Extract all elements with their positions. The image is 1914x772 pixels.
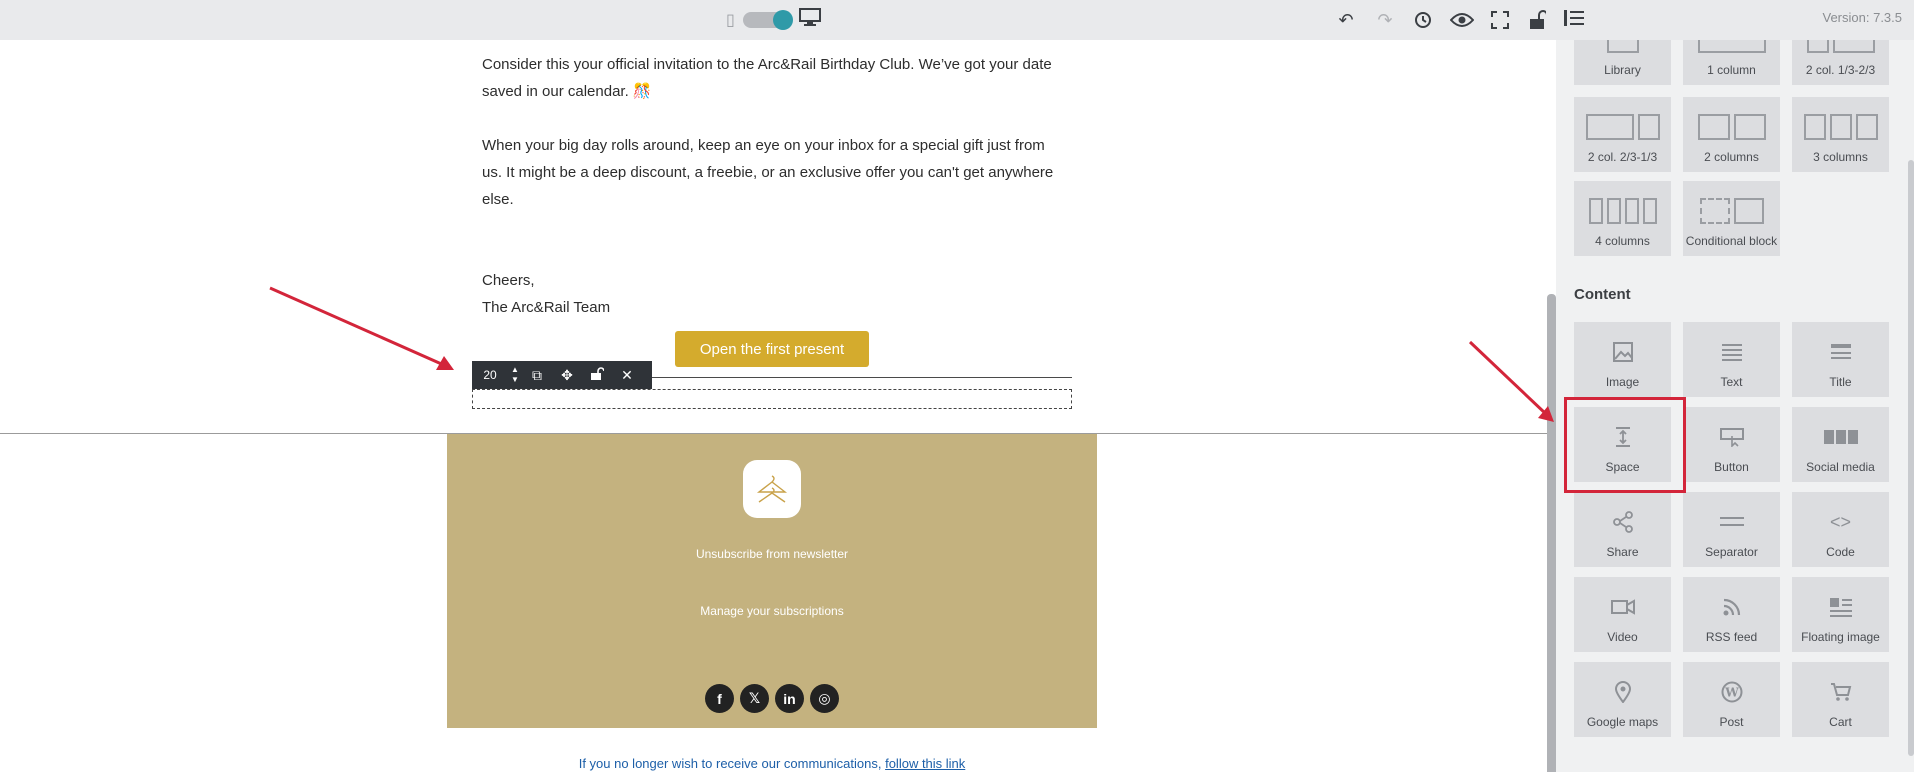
email-footer: Unsubscribe from newsletter Manage your … bbox=[447, 434, 1097, 728]
button-icon bbox=[1719, 422, 1744, 452]
email-canvas: Consider this your official invitation t… bbox=[0, 40, 1556, 772]
opt-out-link[interactable]: follow this link bbox=[885, 756, 965, 771]
wordpress-icon: W bbox=[1721, 677, 1743, 707]
panel-toggle-icon[interactable] bbox=[1564, 8, 1588, 32]
svg-text:W: W bbox=[1724, 686, 1739, 700]
unlock-block-icon[interactable] bbox=[582, 366, 612, 384]
body-paragraph-2[interactable]: When your big day rolls around, keep an … bbox=[482, 132, 1062, 213]
content-text[interactable]: Text bbox=[1683, 322, 1780, 397]
content-code[interactable]: <> Code bbox=[1792, 492, 1889, 567]
block-2-columns[interactable]: 2 columns bbox=[1683, 97, 1780, 172]
content-share[interactable]: Share bbox=[1574, 492, 1671, 567]
canvas-scrollbar[interactable] bbox=[1547, 294, 1556, 772]
content-section-title: Content bbox=[1574, 286, 1631, 303]
brand-logo bbox=[743, 460, 801, 518]
signoff-text[interactable]: Cheers, bbox=[482, 267, 1062, 294]
content-separator[interactable]: Separator bbox=[1683, 492, 1780, 567]
title-icon bbox=[1830, 337, 1852, 367]
block-2-col-2-3-1-3[interactable]: 2 col. 2/3-1/3 bbox=[1574, 97, 1671, 172]
content-title[interactable]: Title bbox=[1792, 322, 1889, 397]
cart-icon bbox=[1830, 677, 1852, 707]
opt-out-message: If you no longer wish to receive our com… bbox=[578, 756, 882, 771]
space-height-value[interactable]: 20 bbox=[472, 368, 508, 382]
block-3-columns[interactable]: 3 columns bbox=[1792, 97, 1889, 172]
content-social-media[interactable]: Social media bbox=[1792, 407, 1889, 482]
image-icon bbox=[1612, 337, 1634, 367]
content-button[interactable]: Button bbox=[1683, 407, 1780, 482]
version-label: Version: 7.3.5 bbox=[1822, 10, 1903, 25]
content-cart[interactable]: Cart bbox=[1792, 662, 1889, 737]
preview-eye-icon[interactable] bbox=[1450, 8, 1474, 32]
opt-out-text: If you no longer wish to receive our com… bbox=[0, 756, 1544, 771]
history-icon[interactable] bbox=[1411, 8, 1435, 32]
desktop-icon[interactable] bbox=[798, 8, 821, 31]
unlock-icon[interactable] bbox=[1525, 8, 1549, 32]
redo-icon[interactable]: ↷ bbox=[1373, 8, 1397, 32]
block-1-column[interactable]: 1 column bbox=[1683, 40, 1780, 85]
signature-text[interactable]: The Arc&Rail Team bbox=[482, 294, 1062, 321]
move-icon[interactable]: ✥ bbox=[552, 367, 582, 384]
duplicate-icon[interactable]: ⧉ bbox=[522, 367, 552, 384]
device-toggle[interactable] bbox=[742, 9, 793, 30]
content-image[interactable]: Image bbox=[1574, 322, 1671, 397]
content-google-maps[interactable]: Google maps bbox=[1574, 662, 1671, 737]
x-icon[interactable]: 𝕏 bbox=[740, 684, 769, 713]
block-toolbar: 20 ▲ ▼ ⧉ ✥ ✕ bbox=[472, 361, 652, 389]
fullscreen-icon[interactable] bbox=[1488, 8, 1512, 32]
content-floating-image[interactable]: Floating image bbox=[1792, 577, 1889, 652]
blocks-panel: Library 1 column 2 col. 1/3-2/3 2 col. 2… bbox=[1556, 40, 1914, 772]
instagram-icon[interactable]: ◎ bbox=[810, 684, 839, 713]
linkedin-icon[interactable]: in bbox=[775, 684, 804, 713]
block-2-col-1-3-2-3[interactable]: 2 col. 1/3-2/3 bbox=[1792, 40, 1889, 85]
share-icon bbox=[1612, 507, 1634, 537]
space-block[interactable] bbox=[472, 389, 1072, 409]
block-library[interactable]: Library bbox=[1574, 40, 1671, 85]
content-video[interactable]: Video bbox=[1574, 577, 1671, 652]
separator-icon bbox=[1719, 507, 1744, 537]
block-4-columns[interactable]: 4 columns bbox=[1574, 181, 1671, 256]
mobile-icon[interactable]: ▯ bbox=[726, 10, 735, 30]
floating-image-icon bbox=[1829, 592, 1853, 622]
social-media-icon bbox=[1823, 422, 1858, 452]
editor-topbar: ▯ ↶ ↷ bbox=[0, 0, 1556, 40]
rss-icon bbox=[1722, 592, 1742, 622]
open-present-button[interactable]: Open the first present bbox=[675, 331, 869, 367]
text-icon bbox=[1721, 337, 1743, 367]
video-icon bbox=[1610, 592, 1635, 622]
unsubscribe-link[interactable]: Unsubscribe from newsletter bbox=[447, 547, 1097, 561]
content-rss[interactable]: RSS feed bbox=[1683, 577, 1780, 652]
content-post[interactable]: W Post bbox=[1683, 662, 1780, 737]
version-bar: Version: 7.3.5 bbox=[1556, 0, 1914, 40]
block-conditional[interactable]: Conditional block bbox=[1683, 181, 1780, 256]
close-icon[interactable]: ✕ bbox=[612, 367, 642, 384]
facebook-icon[interactable]: f bbox=[705, 684, 734, 713]
manage-subscriptions-link[interactable]: Manage your subscriptions bbox=[447, 604, 1097, 618]
social-icons: f 𝕏 in ◎ bbox=[447, 684, 1097, 713]
map-pin-icon bbox=[1614, 677, 1632, 707]
space-highlight-box bbox=[1564, 397, 1686, 493]
height-stepper[interactable]: ▲ ▼ bbox=[508, 365, 522, 385]
code-icon: <> bbox=[1829, 511, 1852, 532]
body-paragraph-1[interactable]: Consider this your official invitation t… bbox=[482, 51, 1062, 105]
annotation-arrow-left bbox=[269, 286, 454, 370]
device-switcher[interactable]: ▯ bbox=[726, 8, 821, 31]
panel-scrollbar[interactable] bbox=[1908, 160, 1914, 756]
undo-icon[interactable]: ↶ bbox=[1334, 8, 1358, 32]
